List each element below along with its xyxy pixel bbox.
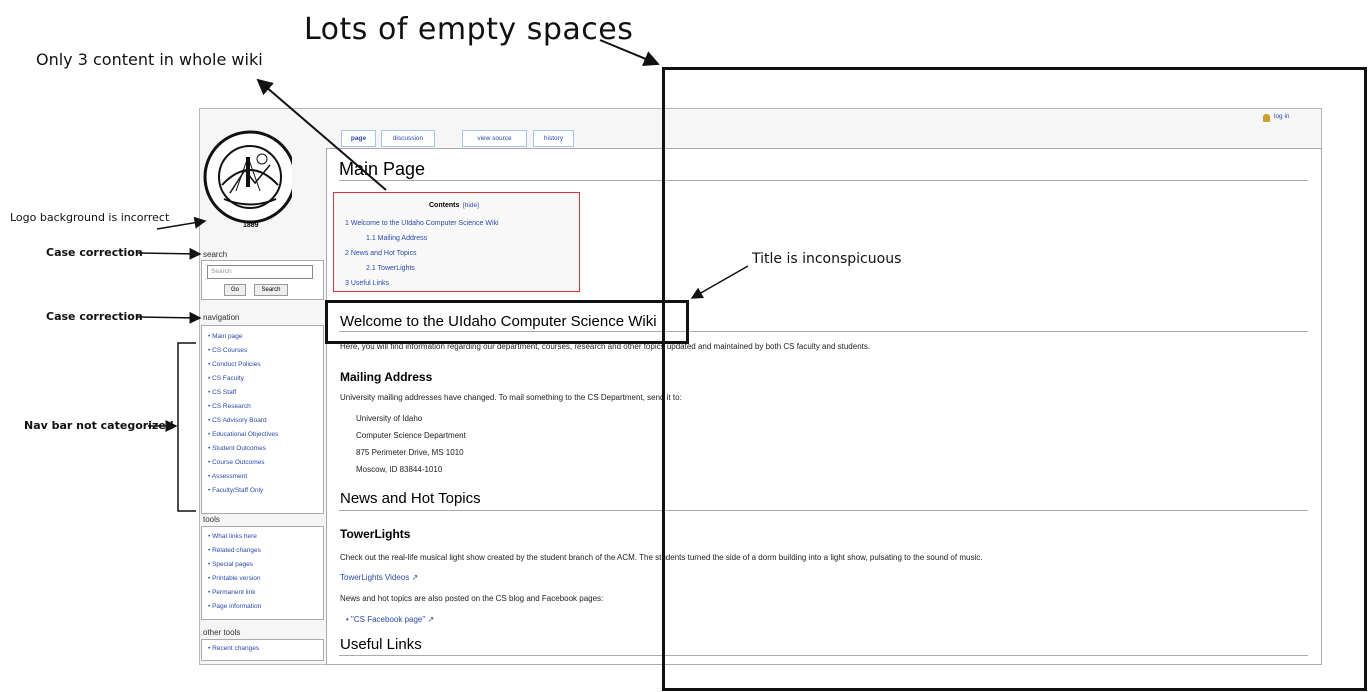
annotation-title: Title is inconspicuous	[752, 251, 902, 267]
annotation-case-search: Case correction	[46, 246, 143, 259]
annotation-only-content: Only 3 content in whole wiki	[36, 50, 263, 69]
annotation-logo-background: Logo background is incorrect	[10, 211, 170, 224]
annotation-nav-uncategorized: Nav bar not categorized	[24, 419, 174, 432]
annotation-case-nav: Case correction	[46, 310, 143, 323]
annotation-arrows	[136, 39, 749, 512]
annotation-empty-spaces: Lots of empty spaces	[304, 12, 634, 47]
